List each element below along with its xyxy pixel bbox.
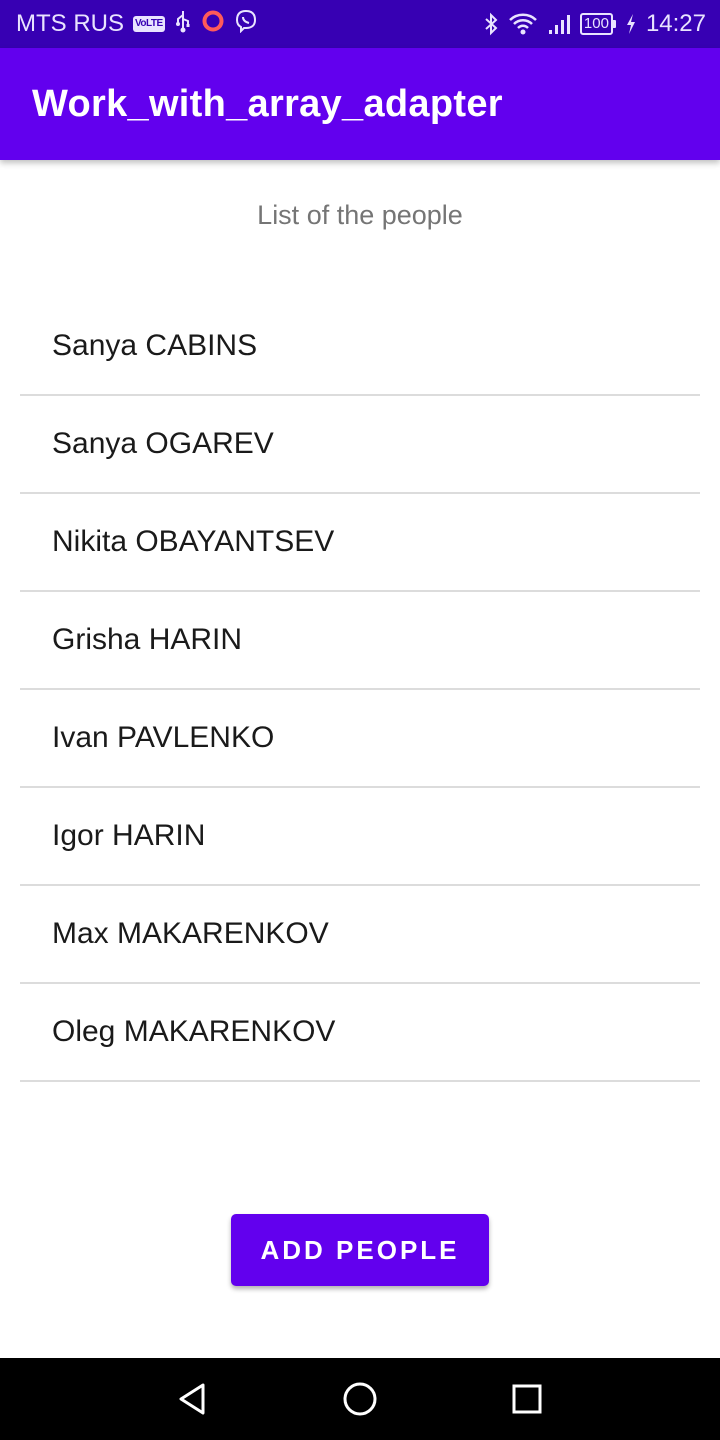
wifi-icon — [508, 12, 538, 36]
list-header: List of the people — [257, 200, 463, 230]
people-list[interactable]: Sanya CABINS Sanya OGAREV Nikita OBAYANT… — [20, 298, 700, 1082]
app-bar: Work_with_array_adapter — [0, 48, 720, 160]
status-left: MTS RUS VoLTE — [16, 9, 258, 40]
navigation-bar — [0, 1358, 720, 1440]
list-item[interactable]: Sanya CABINS — [20, 298, 700, 396]
status-bar: MTS RUS VoLTE 100 14:27 — [0, 0, 720, 48]
usb-icon — [174, 9, 192, 40]
record-icon — [201, 9, 225, 40]
clock: 14:27 — [645, 10, 706, 37]
battery-tip — [612, 20, 616, 28]
carrier-name: MTS RUS — [16, 10, 124, 37]
list-item[interactable]: Igor HARIN — [20, 788, 700, 886]
list-item[interactable]: Ivan PAVLENKO — [20, 690, 700, 788]
viber-icon — [234, 9, 258, 40]
recents-icon[interactable] — [497, 1369, 557, 1429]
status-right: 100 14:27 — [483, 10, 706, 38]
bluetooth-icon — [483, 12, 499, 36]
back-icon[interactable] — [163, 1369, 223, 1429]
app-title: Work_with_array_adapter — [32, 82, 503, 125]
add-people-button[interactable]: ADD PEOPLE — [231, 1214, 489, 1286]
list-item[interactable]: Oleg MAKARENKOV — [20, 984, 700, 1082]
home-icon[interactable] — [330, 1369, 390, 1429]
volte-icon: VoLTE — [133, 16, 165, 32]
list-item[interactable]: Grisha HARIN — [20, 592, 700, 690]
battery-level: 100 — [579, 13, 613, 35]
signal-icon — [547, 12, 571, 36]
battery-icon: 100 — [579, 13, 616, 35]
list-item[interactable]: Max MAKARENKOV — [20, 886, 700, 984]
charging-icon — [625, 12, 637, 36]
list-item[interactable]: Sanya OGAREV — [20, 396, 700, 494]
list-item[interactable]: Nikita OBAYANTSEV — [20, 494, 700, 592]
